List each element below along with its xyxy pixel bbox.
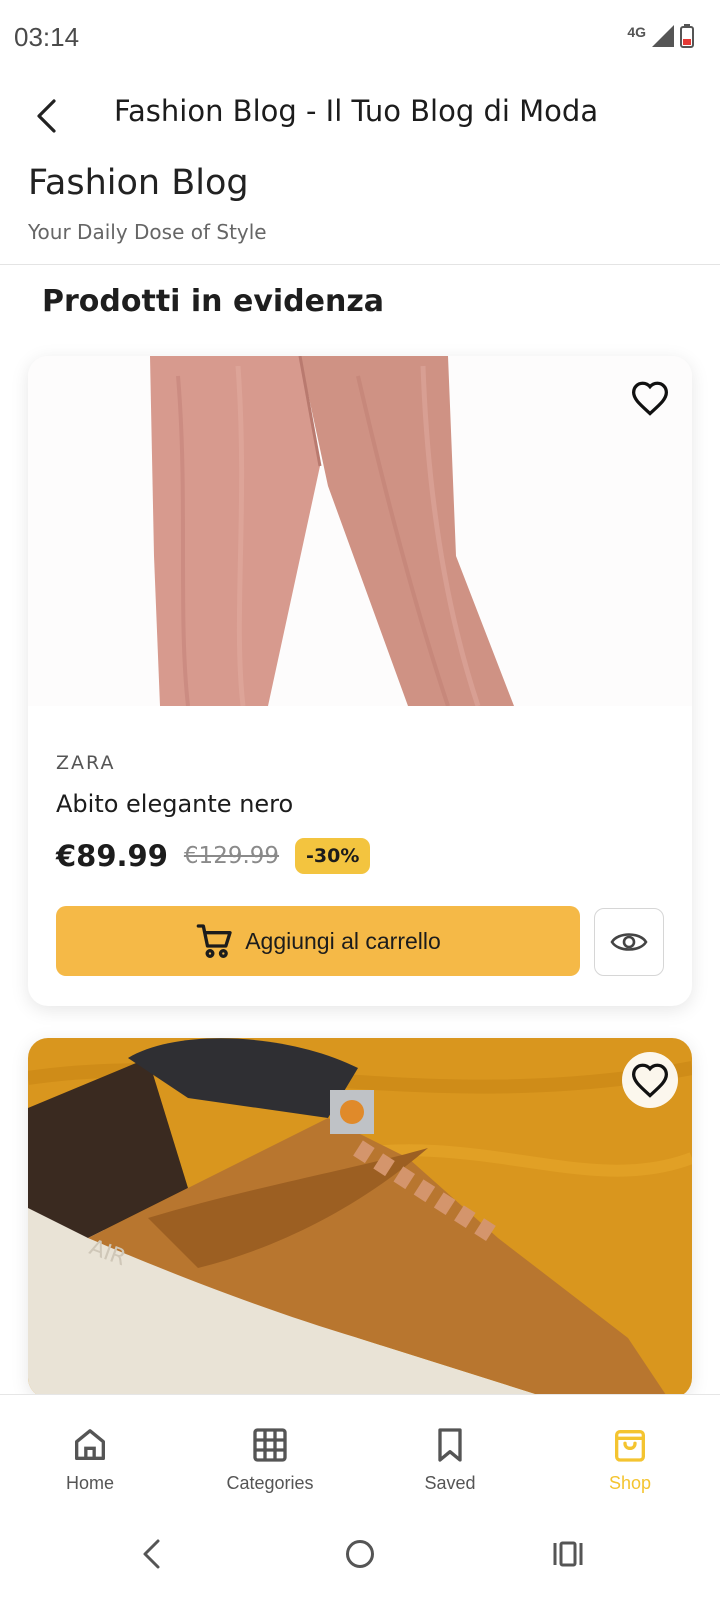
add-to-cart-label: Aggiungi al carrello bbox=[245, 927, 441, 954]
shopping-bag-icon bbox=[615, 1430, 645, 1462]
nav-label-shop: Shop bbox=[608, 1473, 652, 1493]
product-old-price: €129.99 bbox=[183, 843, 280, 869]
status-time: 03:14 bbox=[14, 22, 80, 52]
cart-icon bbox=[196, 924, 232, 958]
back-button[interactable] bbox=[24, 92, 72, 140]
nav-item-shop[interactable]: Shop bbox=[540, 1395, 720, 1500]
nav-item-categories[interactable]: Categories bbox=[180, 1395, 360, 1500]
favorite-button[interactable] bbox=[622, 1052, 678, 1108]
discount-badge: -30% bbox=[295, 838, 371, 874]
nav-item-home[interactable]: Home bbox=[0, 1395, 180, 1500]
bottom-navigation: Home Categories Saved Shop bbox=[0, 1394, 720, 1500]
product-price: €89.99 bbox=[56, 839, 168, 873]
add-to-cart-button[interactable]: Aggiungi al carrello bbox=[56, 906, 580, 976]
battery-icon bbox=[680, 24, 694, 48]
blog-subtitle: Your Daily Dose of Style bbox=[28, 220, 267, 244]
system-back-button[interactable] bbox=[128, 1530, 176, 1578]
price-row: €89.99 €129.99 -30% bbox=[56, 838, 371, 874]
product-brand: ZARA bbox=[56, 752, 116, 774]
status-icons: 4G bbox=[627, 24, 694, 48]
quick-view-button[interactable] bbox=[594, 908, 664, 976]
product-card[interactable]: ZARA Abito elegante nero €89.99 €129.99 … bbox=[28, 356, 692, 1006]
product-name[interactable]: Abito elegante nero bbox=[56, 790, 293, 818]
grid-icon bbox=[253, 1428, 287, 1462]
heart-icon bbox=[631, 1063, 669, 1098]
system-home-icon bbox=[346, 1540, 374, 1568]
system-navigation-bar bbox=[0, 1500, 720, 1604]
home-icon bbox=[75, 1429, 106, 1460]
back-arrow-icon bbox=[37, 99, 56, 133]
blog-header: Fashion Blog Your Daily Dose of Style bbox=[28, 160, 692, 244]
heart-icon bbox=[631, 381, 669, 416]
header-divider bbox=[0, 264, 720, 265]
nav-item-saved[interactable]: Saved bbox=[360, 1395, 540, 1500]
product-image-sneaker[interactable]: AIR bbox=[28, 1038, 692, 1398]
bookmark-icon bbox=[438, 1428, 462, 1462]
eye-icon bbox=[610, 933, 648, 951]
product-card[interactable]: AIR bbox=[28, 1038, 692, 1398]
signal-icon bbox=[652, 25, 674, 47]
blog-title: Fashion Blog bbox=[28, 163, 249, 203]
favorite-button[interactable] bbox=[622, 370, 678, 426]
nav-label-home: Home bbox=[65, 1473, 114, 1493]
system-home-button[interactable] bbox=[336, 1530, 384, 1578]
nav-label-saved: Saved bbox=[424, 1473, 476, 1493]
section-title: Prodotti in evidenza bbox=[42, 284, 385, 319]
system-back-icon bbox=[143, 1539, 160, 1569]
nav-label-categories: Categories bbox=[226, 1473, 314, 1493]
system-recents-icon bbox=[553, 1541, 583, 1567]
product-image-pants[interactable] bbox=[28, 356, 692, 706]
app-title: Fashion Blog - Il Tuo Blog di Moda bbox=[114, 94, 599, 128]
system-recents-button[interactable] bbox=[544, 1530, 592, 1578]
network-type: 4G bbox=[627, 24, 646, 40]
status-bar: 03:14 4G bbox=[0, 0, 720, 80]
app-bar: Fashion Blog - Il Tuo Blog di Moda bbox=[0, 80, 720, 152]
